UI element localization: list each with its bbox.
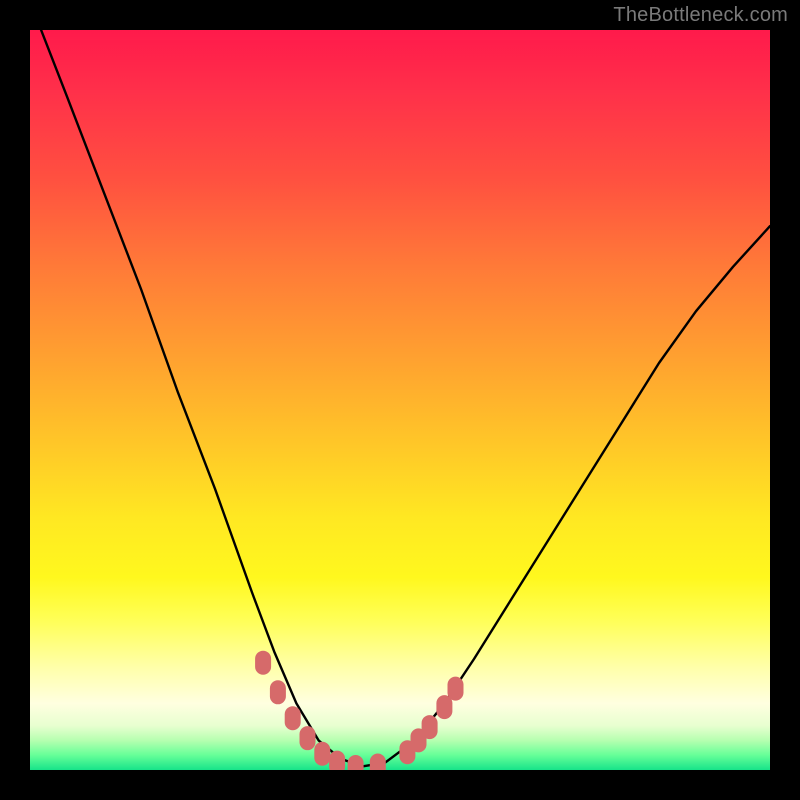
dip-marker	[329, 751, 345, 770]
dip-marker	[422, 715, 438, 739]
chart-stage: TheBottleneck.com	[0, 0, 800, 800]
dip-marker	[314, 742, 330, 766]
bottleneck-curve-path	[41, 30, 770, 766]
dip-marker	[270, 680, 286, 704]
dip-marker-group	[255, 651, 463, 770]
watermark-text: TheBottleneck.com	[613, 4, 788, 27]
dip-marker	[370, 754, 386, 770]
plot-area	[30, 30, 770, 770]
curve-layer	[30, 30, 770, 770]
dip-marker	[448, 677, 464, 701]
dip-marker	[285, 706, 301, 730]
dip-marker	[255, 651, 271, 675]
dip-marker	[436, 695, 452, 719]
dip-marker	[300, 726, 316, 750]
dip-marker	[348, 755, 364, 770]
